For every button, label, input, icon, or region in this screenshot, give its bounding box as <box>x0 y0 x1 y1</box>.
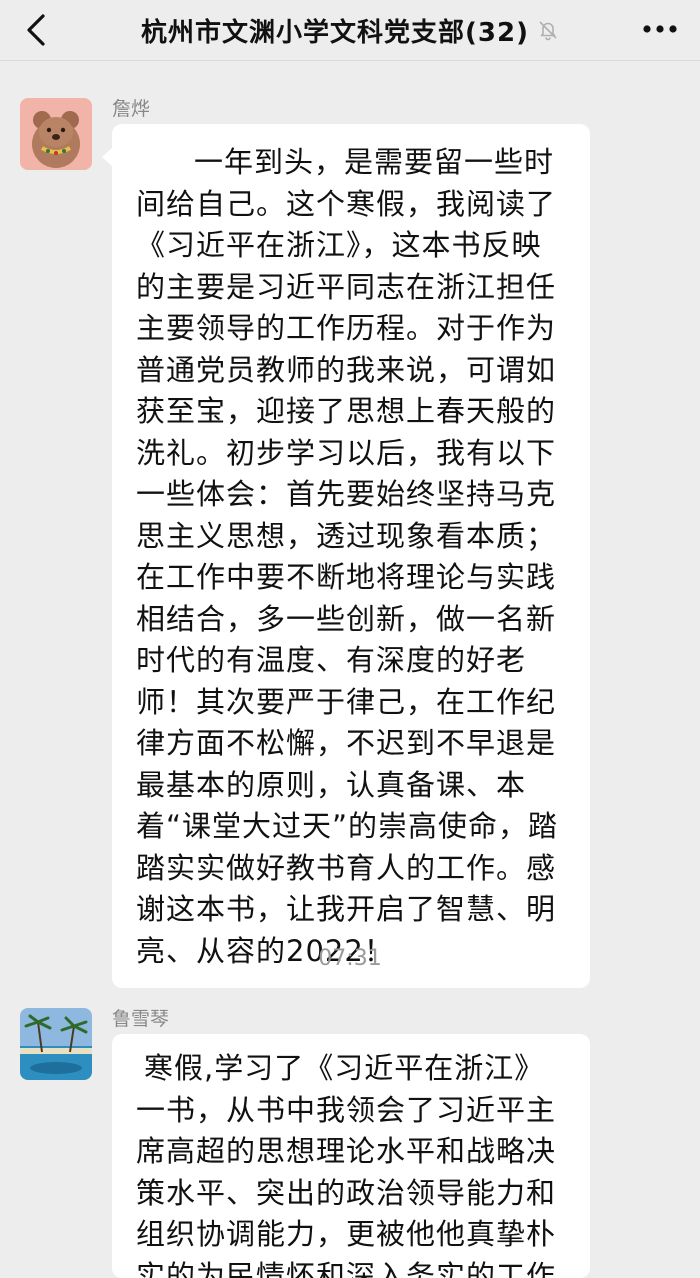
bear-avatar <box>20 98 92 170</box>
sender-name: 鲁雪琴 <box>112 1008 170 1030</box>
message-text: 一年到头，是需要留一些时间给自己。这个寒假，我阅读了《习近平在浙江》，这本书反映… <box>136 145 559 968</box>
chevron-left-icon <box>27 14 45 46</box>
avatar[interactable] <box>20 1008 92 1080</box>
message-bubble[interactable]: 一年到头，是需要留一些时间给自己。这个寒假，我阅读了《习近平在浙江》，这本书反映… <box>102 124 590 988</box>
sender-name: 詹烨 <box>112 98 151 120</box>
message-bubble[interactable]: 寒假,学习了《习近平在浙江》一书，从书中我领会了习近平主席高超的思想理论水平和战… <box>112 1034 590 1278</box>
more-button[interactable] <box>638 14 682 44</box>
more-dots-icon <box>643 25 677 33</box>
chat-title: 杭州市文渊小学文科党支部(32) <box>141 17 529 48</box>
chat-header: 杭州市文渊小学文科党支部(32) <box>0 0 700 61</box>
back-button[interactable] <box>14 10 58 50</box>
timestamp: 07:31 <box>318 946 382 971</box>
bell-off-icon <box>537 19 559 41</box>
avatar[interactable] <box>20 98 92 170</box>
message-text: 寒假,学习了《习近平在浙江》一书，从书中我领会了习近平主席高超的思想理论水平和战… <box>136 1051 557 1278</box>
chat-title-group: 杭州市文渊小学文科党支部(32) <box>141 12 559 49</box>
beach-palm-avatar <box>20 1008 92 1080</box>
